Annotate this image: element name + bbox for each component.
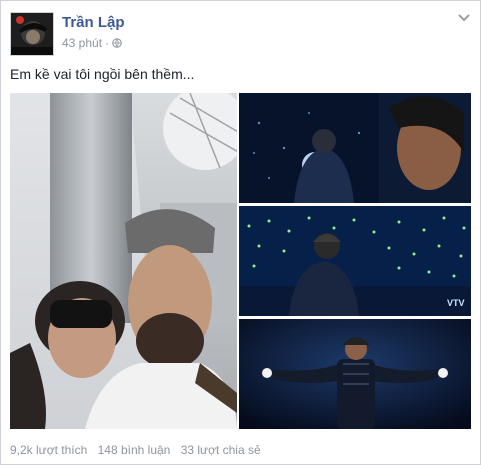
photo-singer-stage[interactable]: [239, 319, 471, 429]
post-stats: 9,2k lượt thích 148 bình luận 33 lượt ch…: [10, 443, 268, 457]
meta-separator: ·: [105, 36, 110, 50]
globe-icon[interactable]: [112, 37, 122, 48]
comments-count[interactable]: 148 bình luận: [98, 443, 171, 457]
author-name[interactable]: Trần Lập: [62, 14, 125, 31]
post-time[interactable]: 43 phút: [62, 36, 102, 50]
shares-count[interactable]: 33 lượt chia sẻ: [181, 443, 261, 457]
vtv-watermark: VTV: [447, 298, 465, 308]
chevron-down-icon[interactable]: [458, 10, 470, 22]
likes-count[interactable]: 9,2k lượt thích: [10, 443, 87, 457]
photo-grid: VTV: [10, 93, 471, 429]
post-caption: Em kề vai tôi ngồi bên thềm...: [10, 66, 195, 82]
photo-selfie[interactable]: [10, 93, 237, 429]
avatar[interactable]: [10, 12, 54, 56]
photo-concert-crowd[interactable]: VTV: [239, 206, 471, 316]
post-meta: 43 phút ·: [62, 36, 122, 50]
photo-concert-closeup[interactable]: [239, 93, 471, 203]
